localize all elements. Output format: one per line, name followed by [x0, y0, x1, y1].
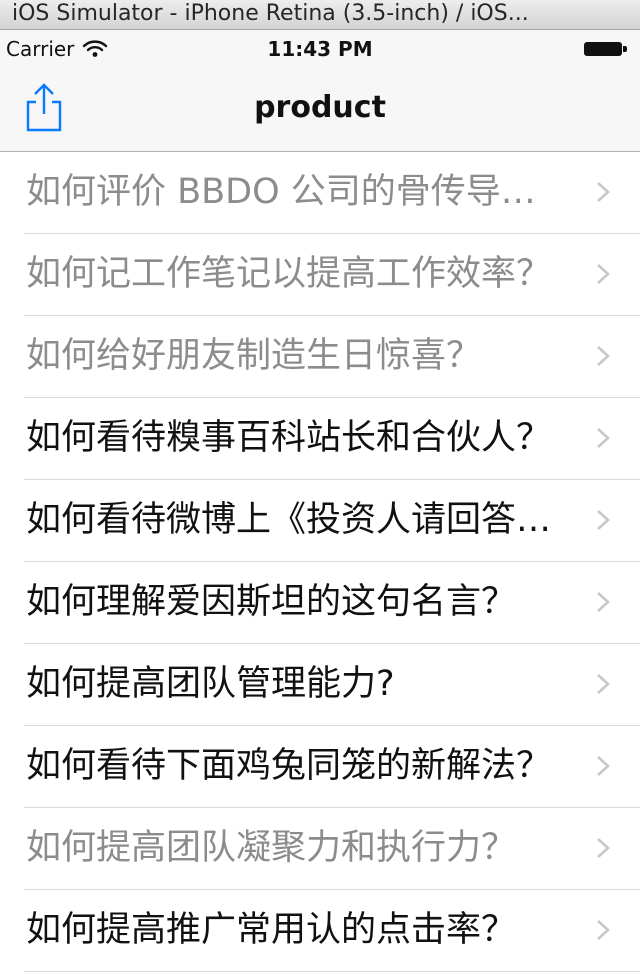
chevron-right-icon [597, 756, 610, 776]
chevron-right-icon [597, 182, 610, 202]
window-title-bar: iOS Simulator - iPhone Retina (3.5-inch)… [0, 0, 640, 30]
list-item[interactable]: 如何看待下面鸡兔同笼的新解法？ [0, 726, 640, 808]
list-item-title: 如何给好朋友制造生日惊喜？ [26, 336, 482, 376]
list-item[interactable]: 如何理解爱因斯坦的这句名言？ [0, 562, 640, 644]
list-item-title: 如何提高推广常用认的点击率？ [26, 910, 517, 950]
list-item[interactable]: 如何记工作笔记以提高工作效率？ [0, 234, 640, 316]
list-item[interactable]: 如何看待糗事百科站长和合伙人？ [0, 398, 640, 480]
status-time: 11:43 PM [267, 37, 373, 61]
chevron-right-icon [597, 428, 610, 448]
navigation-bar: product [0, 68, 640, 152]
list-item-title: 如何记工作笔记以提高工作效率？ [26, 254, 552, 294]
list-item-title: 如何理解爱因斯坦的这句名言？ [26, 582, 517, 622]
chevron-right-icon [597, 674, 610, 694]
chevron-right-icon [597, 346, 610, 366]
list-item[interactable]: 如何给好朋友制造生日惊喜？ [0, 316, 640, 398]
list-item-title: 如何评价 BBDO 公司的骨传导广告？ [26, 172, 566, 212]
list-item-title: 如何看待糗事百科站长和合伙人？ [26, 418, 552, 458]
list-item-title: 如何看待下面鸡兔同笼的新解法？ [26, 746, 552, 786]
page-title: product [254, 90, 386, 125]
list-item-title: 如何提高团队凝聚力和执行力？ [26, 828, 517, 868]
chevron-right-icon [597, 838, 610, 858]
chevron-right-icon [597, 510, 610, 530]
list-item[interactable]: 如何提高团队管理能力? [0, 644, 640, 726]
window-title: iOS Simulator - iPhone Retina (3.5-inch)… [12, 1, 529, 26]
list-item[interactable]: 如何评价 BBDO 公司的骨传导广告？ [0, 152, 640, 234]
chevron-right-icon [597, 264, 610, 284]
battery-icon [584, 42, 628, 56]
chevron-right-icon [597, 592, 610, 612]
list-item[interactable]: 如何提高推广常用认的点击率？ [0, 890, 640, 972]
status-bar: Carrier 11:43 PM [0, 30, 640, 68]
list-item[interactable]: 如何提高团队凝聚力和执行力？ [0, 808, 640, 890]
list-item-title: 如何提高团队管理能力? [26, 664, 395, 704]
question-list: 如何评价 BBDO 公司的骨传导广告？ 如何记工作笔记以提高工作效率？ 如何给好朋友… [0, 152, 640, 972]
chevron-right-icon [597, 920, 610, 940]
list-item-title: 如何看待微博上《投资人请回答》？ [26, 500, 566, 540]
list-item[interactable]: 如何看待微博上《投资人请回答》？ [0, 480, 640, 562]
